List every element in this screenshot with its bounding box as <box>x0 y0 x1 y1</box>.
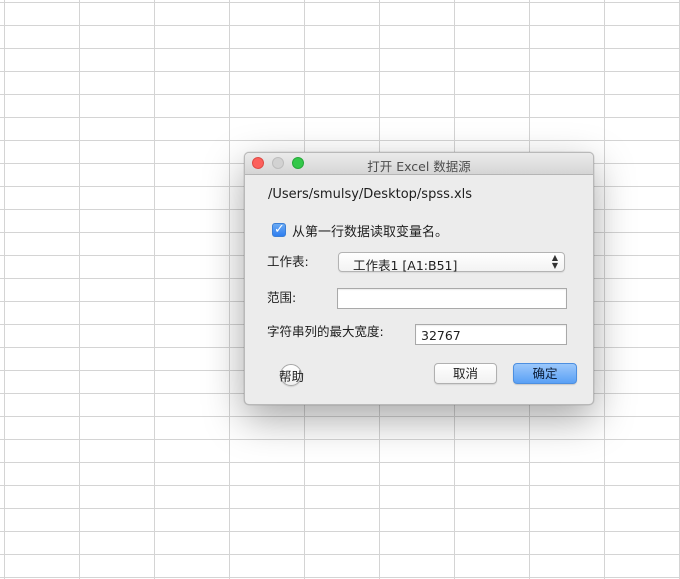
max-string-width-label: 字符串列的最大宽度: <box>267 324 384 339</box>
max-string-width-value: 32767 <box>421 328 461 343</box>
range-label: 范围: <box>267 290 297 305</box>
updown-arrows-icon: ▲ ▼ <box>551 253 558 270</box>
read-var-names-label: 从第一行数据读取变量名。 <box>292 224 449 240</box>
read-var-names-checkbox[interactable]: ✓ <box>272 222 286 237</box>
worksheet-select[interactable]: 工作表1 [A1:B51] ▲ ▼ <box>338 252 565 273</box>
dialog-titlebar: 打开 Excel 数据源 <box>245 153 593 175</box>
ok-button[interactable]: 确定 <box>513 363 577 384</box>
dialog-title: 打开 Excel 数据源 <box>367 159 471 174</box>
open-excel-dialog: 打开 Excel 数据源 /Users/smulsy/Desktop/spss.… <box>244 152 594 405</box>
range-input[interactable] <box>337 288 567 309</box>
worksheet-selected-value: 工作表1 [A1:B51] <box>353 258 458 273</box>
cancel-button[interactable]: 取消 <box>434 363 497 384</box>
read-var-names-option[interactable]: ✓ 从第一行数据读取变量名。 <box>272 221 449 240</box>
worksheet-label: 工作表: <box>267 254 309 269</box>
checkmark-icon: ✓ <box>274 222 285 237</box>
file-path: /Users/smulsy/Desktop/spss.xls <box>268 187 473 202</box>
max-string-width-input[interactable]: 32767 <box>415 324 567 345</box>
help-button-label[interactable]: 帮助 <box>279 366 304 385</box>
